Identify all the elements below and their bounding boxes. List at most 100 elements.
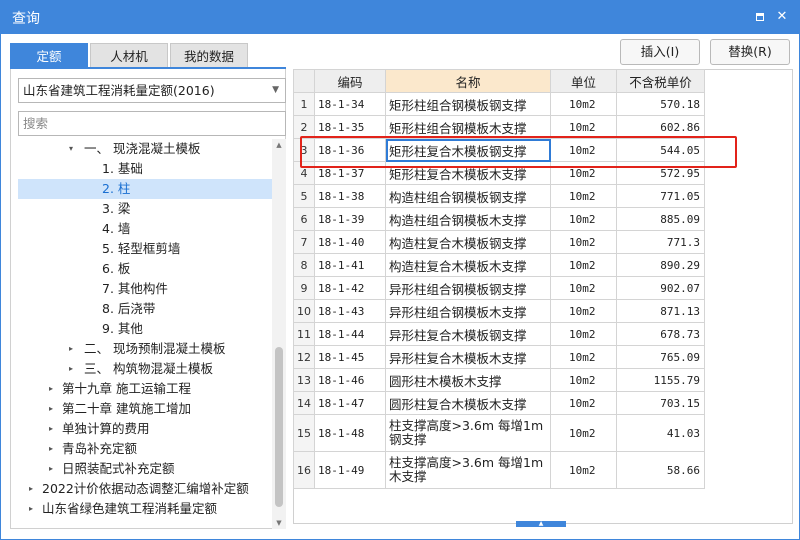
- price-cell[interactable]: 890.29: [616, 253, 705, 277]
- code-cell[interactable]: 18-1-47: [314, 391, 386, 415]
- expand-icon[interactable]: ▸: [46, 459, 56, 479]
- price-cell[interactable]: 544.05: [616, 138, 705, 162]
- tree-item[interactable]: ▸ 三、 构筑物混凝土模板: [18, 359, 272, 379]
- name-cell[interactable]: 构造柱组合钢模板钢支撑: [385, 184, 551, 208]
- tree-item[interactable]: ▸ 青岛补充定额: [18, 439, 272, 459]
- unit-cell[interactable]: 10m2: [550, 299, 617, 323]
- tree-item[interactable]: 8. 后浇带: [18, 299, 272, 319]
- code-cell[interactable]: 18-1-37: [314, 161, 386, 185]
- expand-icon[interactable]: ▸: [46, 439, 56, 459]
- tree-item[interactable]: 7. 其他构件: [18, 279, 272, 299]
- unit-cell[interactable]: 10m2: [550, 368, 617, 392]
- table-row[interactable]: 1 18-1-34 矩形柱组合钢模板钢支撑 10m2 570.18: [293, 92, 705, 116]
- name-cell[interactable]: 异形柱组合钢模板钢支撑: [385, 276, 551, 300]
- unit-cell[interactable]: 10m2: [550, 184, 617, 208]
- expand-icon[interactable]: ▸: [26, 479, 36, 499]
- name-cell[interactable]: 矩形柱组合钢模板木支撑: [385, 115, 551, 139]
- unit-cell[interactable]: 10m2: [550, 451, 617, 489]
- name-cell[interactable]: 矩形柱复合木模板木支撑: [385, 161, 551, 185]
- search-field[interactable]: [18, 111, 286, 136]
- table-row[interactable]: 16 18-1-49 柱支撑高度>3.6m 每增1m木支撑 10m2 58.66: [293, 451, 705, 489]
- tree-scrollbar[interactable]: ▲ ▼: [272, 139, 286, 529]
- expand-icon[interactable]: ▸: [46, 379, 56, 399]
- name-cell[interactable]: 矩形柱复合木模板钢支撑: [385, 138, 551, 162]
- table-row[interactable]: 9 18-1-42 异形柱组合钢模板钢支撑 10m2 902.07: [293, 276, 705, 300]
- unit-cell[interactable]: 10m2: [550, 138, 617, 162]
- expand-icon[interactable]: ▸: [46, 399, 56, 419]
- price-cell[interactable]: 703.15: [616, 391, 705, 415]
- unit-cell[interactable]: 10m2: [550, 276, 617, 300]
- tree-item[interactable]: ▸ 第十九章 施工运输工程: [18, 379, 272, 399]
- tree-item[interactable]: 6. 板: [18, 259, 272, 279]
- code-cell[interactable]: 18-1-38: [314, 184, 386, 208]
- tree-item[interactable]: 9. 其他: [18, 319, 272, 339]
- unit-cell[interactable]: 10m2: [550, 115, 617, 139]
- unit-cell[interactable]: 10m2: [550, 92, 617, 116]
- table-row[interactable]: 11 18-1-44 异形柱复合木模板钢支撑 10m2 678.73: [293, 322, 705, 346]
- price-cell[interactable]: 871.13: [616, 299, 705, 323]
- code-cell[interactable]: 18-1-48: [314, 414, 386, 452]
- table-row[interactable]: 2 18-1-35 矩形柱组合钢模板木支撑 10m2 602.86: [293, 115, 705, 139]
- table-row[interactable]: 10 18-1-43 异形柱组合钢模板木支撑 10m2 871.13: [293, 299, 705, 323]
- price-cell[interactable]: 572.95: [616, 161, 705, 185]
- minimize-button[interactable]: [752, 9, 768, 25]
- table-row[interactable]: 15 18-1-48 柱支撑高度>3.6m 每增1m钢支撑 10m2 41.03: [293, 414, 705, 452]
- tree-item[interactable]: 4. 墙: [18, 219, 272, 239]
- scroll-up-icon[interactable]: ▲: [272, 139, 286, 151]
- code-cell[interactable]: 18-1-41: [314, 253, 386, 277]
- replace-button[interactable]: 替换(R): [710, 39, 790, 65]
- name-cell[interactable]: 构造柱复合木模板钢支撑: [385, 230, 551, 254]
- code-cell[interactable]: 18-1-44: [314, 322, 386, 346]
- price-cell[interactable]: 41.03: [616, 414, 705, 452]
- unit-cell[interactable]: 10m2: [550, 414, 617, 452]
- name-cell[interactable]: 异形柱组合钢模板木支撑: [385, 299, 551, 323]
- unit-cell[interactable]: 10m2: [550, 230, 617, 254]
- tree-item[interactable]: ▸ 第二十章 建筑施工增加: [18, 399, 272, 419]
- unit-cell[interactable]: 10m2: [550, 391, 617, 415]
- unit-cell[interactable]: 10m2: [550, 253, 617, 277]
- tree-item[interactable]: 2. 柱: [18, 179, 272, 199]
- code-cell[interactable]: 18-1-39: [314, 207, 386, 231]
- tab-quota[interactable]: 定额: [10, 43, 88, 68]
- name-cell[interactable]: 构造柱复合木模板木支撑: [385, 253, 551, 277]
- column-header-price[interactable]: 不含税单价: [616, 69, 705, 93]
- name-cell[interactable]: 构造柱组合钢模板木支撑: [385, 207, 551, 231]
- table-row[interactable]: 13 18-1-46 圆形柱木模板木支撑 10m2 1155.79: [293, 368, 705, 392]
- column-header-code[interactable]: 编码: [314, 69, 386, 93]
- code-cell[interactable]: 18-1-40: [314, 230, 386, 254]
- code-cell[interactable]: 18-1-34: [314, 92, 386, 116]
- tree-item[interactable]: 3. 梁: [18, 199, 272, 219]
- scroll-down-icon[interactable]: ▼: [272, 517, 286, 529]
- quota-library-select[interactable]: 山东省建筑工程消耗量定额(2016) ▼: [18, 78, 286, 103]
- price-cell[interactable]: 765.09: [616, 345, 705, 369]
- column-header-name[interactable]: 名称: [385, 69, 551, 93]
- column-header-unit[interactable]: 单位: [550, 69, 617, 93]
- tree-item[interactable]: ▸ 2022计价依据动态调整汇编增补定额: [18, 479, 272, 499]
- price-cell[interactable]: 602.86: [616, 115, 705, 139]
- name-cell[interactable]: 矩形柱组合钢模板钢支撑: [385, 92, 551, 116]
- code-cell[interactable]: 18-1-45: [314, 345, 386, 369]
- name-cell[interactable]: 柱支撑高度>3.6m 每增1m钢支撑: [385, 414, 551, 452]
- code-cell[interactable]: 18-1-46: [314, 368, 386, 392]
- table-row[interactable]: 14 18-1-47 圆形柱复合木模板木支撑 10m2 703.15: [293, 391, 705, 415]
- price-cell[interactable]: 678.73: [616, 322, 705, 346]
- table-row[interactable]: 8 18-1-41 构造柱复合木模板木支撑 10m2 890.29: [293, 253, 705, 277]
- panel-resize-handle[interactable]: ▲: [516, 521, 566, 527]
- expand-icon[interactable]: ▸: [66, 359, 76, 379]
- table-row[interactable]: 6 18-1-39 构造柱组合钢模板木支撑 10m2 885.09: [293, 207, 705, 231]
- name-cell[interactable]: 异形柱复合木模板木支撑: [385, 345, 551, 369]
- expand-icon[interactable]: ▸: [26, 499, 36, 519]
- unit-cell[interactable]: 10m2: [550, 322, 617, 346]
- unit-cell[interactable]: 10m2: [550, 161, 617, 185]
- unit-cell[interactable]: 10m2: [550, 345, 617, 369]
- close-button[interactable]: ✕: [774, 9, 790, 25]
- code-cell[interactable]: 18-1-49: [314, 451, 386, 489]
- tree-item[interactable]: ▾ 一、 现浇混凝土模板: [18, 139, 272, 159]
- tree-item[interactable]: ▸ 单独计算的费用: [18, 419, 272, 439]
- price-cell[interactable]: 771.3: [616, 230, 705, 254]
- unit-cell[interactable]: 10m2: [550, 207, 617, 231]
- code-cell[interactable]: 18-1-36: [314, 138, 386, 162]
- table-row[interactable]: 5 18-1-38 构造柱组合钢模板钢支撑 10m2 771.05: [293, 184, 705, 208]
- search-input[interactable]: [19, 112, 285, 135]
- tab-my-data[interactable]: 我的数据: [170, 43, 248, 68]
